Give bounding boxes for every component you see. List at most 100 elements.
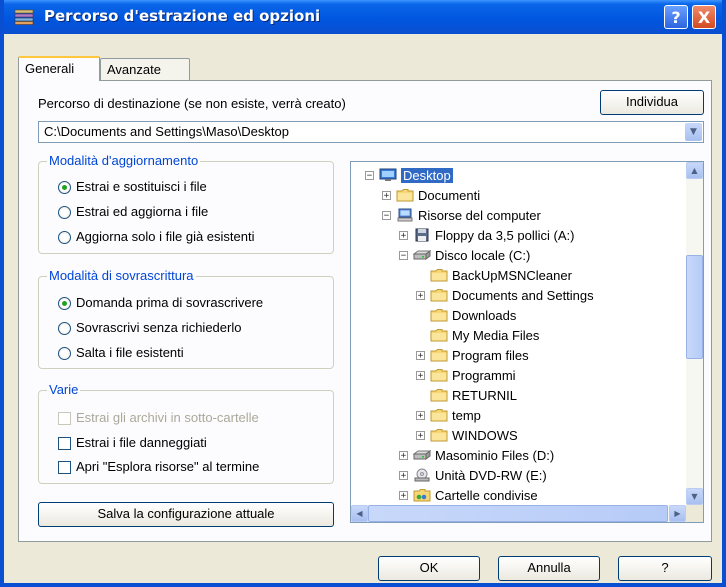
tree-item-label[interactable]: temp [452, 408, 481, 423]
scroll-right-icon[interactable]: ▶ [669, 505, 686, 522]
folder-icon [430, 388, 448, 402]
tree-item[interactable]: + Documenti [351, 186, 686, 206]
folder-icon [430, 308, 448, 322]
tree-item-label[interactable]: Disco locale (C:) [435, 248, 530, 263]
checkbox-extract-damaged-label[interactable]: Estrai i file danneggiati [76, 435, 207, 450]
tree-item[interactable]: − Disco locale (C:) [351, 246, 686, 266]
folder-icon [430, 328, 448, 342]
scroll-left-icon[interactable]: ◀ [351, 505, 368, 522]
tree-item-label[interactable]: Floppy da 3,5 pollici (A:) [435, 228, 574, 243]
floppy-icon [413, 228, 431, 242]
folder-tree[interactable]: − Desktop + Documenti − Risorse del computer +… [350, 161, 704, 523]
tree-item[interactable]: + Floppy da 3,5 pollici (A:) [351, 226, 686, 246]
folder-icon [430, 288, 448, 302]
radio-extract-replace-label[interactable]: Estrai e sostituisci i file [76, 179, 207, 194]
tree-item-label[interactable]: Unità DVD-RW (E:) [435, 468, 547, 483]
tree-item[interactable]: + Documents and Settings [351, 286, 686, 306]
expand-icon[interactable]: + [416, 351, 425, 361]
expand-icon[interactable]: + [416, 431, 425, 441]
checkbox-extract-subfolders[interactable] [58, 412, 71, 425]
tree-item[interactable]: + Programmi [351, 366, 686, 386]
radio-extract-update[interactable] [58, 206, 71, 219]
horizontal-scroll-thumb[interactable] [368, 505, 668, 522]
tree-item[interactable]: + WINDOWS [351, 426, 686, 446]
vertical-scroll-thumb[interactable] [686, 255, 703, 359]
tree-item-label[interactable]: Programmi [452, 368, 516, 383]
scroll-down-icon[interactable]: ▼ [686, 488, 703, 505]
tree-item[interactable]: BackUpMSNCleaner [351, 266, 686, 286]
radio-overwrite-without-prompt-label[interactable]: Sovrascrivi senza richiederlo [76, 320, 241, 335]
scroll-corner [686, 505, 703, 522]
chevron-down-icon[interactable]: ▼ [685, 123, 702, 141]
expand-icon[interactable]: + [416, 411, 425, 421]
tree-item[interactable]: − Risorse del computer [351, 206, 686, 226]
tab-generali[interactable]: Generali [18, 56, 100, 81]
tree-item-label[interactable]: Program files [452, 348, 529, 363]
tree-item-label[interactable]: Risorse del computer [418, 208, 541, 223]
expand-icon[interactable]: + [399, 491, 408, 501]
tree-item[interactable]: My Media Files [351, 326, 686, 346]
radio-overwrite-without-prompt[interactable] [58, 322, 71, 335]
tree-item-label[interactable]: RETURNIL [452, 388, 517, 403]
tree-item[interactable]: + Unità DVD-RW (E:) [351, 466, 686, 486]
dialog-window: Percorso d'estrazione ed opzioni ? X Gen… [0, 0, 726, 587]
radio-extract-update-label[interactable]: Estrai ed aggiorna i file [76, 204, 208, 219]
drive-icon [412, 448, 432, 462]
tab-avanzate[interactable]: Avanzate [100, 58, 190, 80]
tree-item-label[interactable]: Downloads [452, 308, 516, 323]
collapse-icon[interactable]: − [399, 251, 408, 261]
tree-item[interactable]: RETURNIL [351, 386, 686, 406]
folder-icon [430, 348, 448, 362]
tree-item-label[interactable]: Documenti [418, 188, 480, 203]
tree-item[interactable]: + Cartelle condivise [351, 486, 686, 506]
tree-item[interactable]: − Desktop [351, 166, 686, 186]
radio-extract-replace[interactable] [58, 181, 71, 194]
dvd-icon [413, 468, 431, 482]
title-bar: Percorso d'estrazione ed opzioni ? X [4, 0, 722, 34]
radio-skip-existing-label[interactable]: Salta i file esistenti [76, 345, 184, 360]
expand-icon[interactable]: + [399, 471, 408, 481]
tree-item[interactable]: + Masominio Files (D:) [351, 446, 686, 466]
expand-icon[interactable]: + [416, 371, 425, 381]
destination-path-combobox[interactable]: C:\Documents and Settings\Maso\Desktop ▼ [38, 121, 704, 143]
save-config-button[interactable]: Salva la configurazione attuale [38, 502, 334, 527]
checkbox-extract-damaged[interactable] [58, 437, 71, 450]
collapse-icon[interactable]: − [382, 211, 391, 221]
tree-item[interactable]: + temp [351, 406, 686, 426]
vertical-scrollbar[interactable]: ▲ ▼ [686, 162, 703, 505]
checkbox-open-explorer-label[interactable]: Apri "Esplora risorse" al termine [76, 459, 259, 474]
help-button[interactable]: ? [618, 556, 712, 581]
tree-item-label[interactable]: Documents and Settings [452, 288, 594, 303]
expand-icon[interactable]: + [399, 231, 408, 241]
tree-item-label[interactable]: Desktop [401, 168, 453, 183]
expand-icon[interactable]: + [399, 451, 408, 461]
tree-item-label[interactable]: My Media Files [452, 328, 539, 343]
checkbox-extract-subfolders-label: Estrai gli archivi in sotto-cartelle [76, 410, 259, 425]
expand-icon[interactable]: + [382, 191, 391, 201]
radio-ask-before-overwrite[interactable] [58, 297, 71, 310]
archive-app-icon [14, 9, 34, 25]
tree-item[interactable]: + Program files [351, 346, 686, 366]
browse-button[interactable]: Individua [600, 90, 704, 115]
checkbox-open-explorer[interactable] [58, 461, 71, 474]
tree-item-label[interactable]: BackUpMSNCleaner [452, 268, 572, 283]
tree-item[interactable]: Downloads [351, 306, 686, 326]
destination-path-value: C:\Documents and Settings\Maso\Desktop [44, 124, 289, 139]
folder-icon [430, 408, 448, 422]
tree-item-label[interactable]: WINDOWS [452, 428, 518, 443]
scroll-up-icon[interactable]: ▲ [686, 162, 703, 179]
cancel-button[interactable]: Annulla [498, 556, 600, 581]
horizontal-scrollbar[interactable]: ◀ ▶ [351, 505, 686, 522]
radio-ask-before-overwrite-label[interactable]: Domanda prima di sovrascrivere [76, 295, 263, 310]
ok-button[interactable]: OK [378, 556, 480, 581]
radio-update-existing-label[interactable]: Aggiorna solo i file già esistenti [76, 229, 255, 244]
collapse-icon[interactable]: − [365, 171, 374, 181]
tree-item-label[interactable]: Masominio Files (D:) [435, 448, 554, 463]
expand-icon[interactable]: + [416, 291, 425, 301]
tree-item-label[interactable]: Cartelle condivise [435, 488, 538, 503]
help-title-button[interactable]: ? [664, 5, 688, 29]
close-button[interactable]: X [692, 5, 716, 29]
misc-title: Varie [47, 382, 81, 397]
radio-skip-existing[interactable] [58, 347, 71, 360]
radio-update-existing[interactable] [58, 231, 71, 244]
